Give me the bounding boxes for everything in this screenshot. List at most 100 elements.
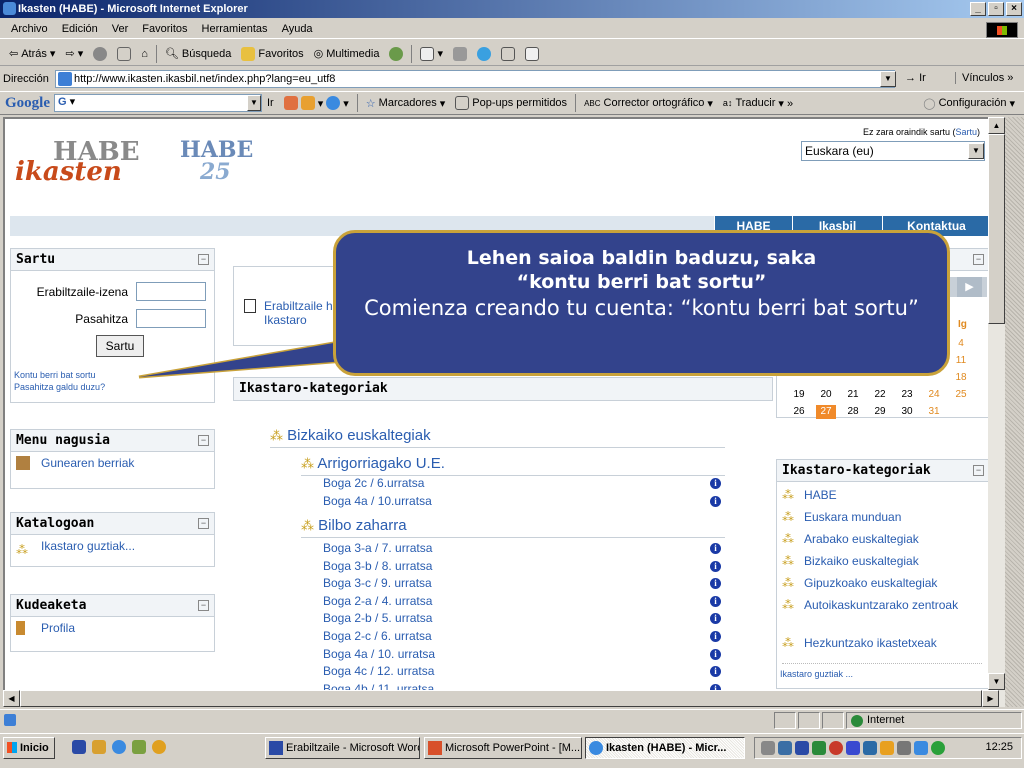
info-icon[interactable]: i (710, 560, 721, 572)
calendar-day[interactable]: 23 (897, 388, 917, 402)
google-extra-buttons[interactable]: ▾ ▾ (279, 96, 354, 110)
menu-ayuda[interactable]: Ayuda (275, 23, 320, 35)
collapse-icon[interactable]: − (198, 518, 209, 529)
info-icon[interactable]: i (710, 478, 721, 489)
calendar-day[interactable]: 24 (924, 388, 944, 402)
category-link[interactable]: ⁂ Autoikaskuntzarako zentroak (782, 598, 982, 613)
messenger-button[interactable] (472, 46, 496, 61)
course-link[interactable]: Boga 4c / 12. urratsa (323, 664, 434, 678)
links-button[interactable]: Vínculos » (955, 72, 1013, 84)
forward-button[interactable]: ⇨ ▾ (60, 47, 88, 60)
search-button[interactable]: 🔍︎ Búsqueda (160, 47, 237, 61)
course-link[interactable]: Boga 2-a / 4. urratsa (323, 594, 432, 608)
collapse-icon[interactable]: − (973, 465, 984, 476)
info-icon[interactable]: i (710, 595, 721, 607)
favorites-button[interactable]: Favoritos (236, 46, 308, 61)
menu-favoritos[interactable]: Favoritos (135, 23, 194, 35)
collapse-icon[interactable]: − (973, 254, 984, 265)
settings-button[interactable]: ◯ Configuración ▾ (918, 97, 1020, 110)
course-link[interactable]: Boga 4a / 10.urratsa (323, 494, 432, 508)
calendar-day[interactable]: 4 (951, 337, 971, 351)
update-icon[interactable] (880, 741, 894, 755)
category-link[interactable]: ⁂ Euskara munduan (782, 510, 982, 525)
info-icon[interactable]: i (710, 613, 721, 625)
calendar-day[interactable]: 31 (924, 405, 944, 419)
scroll-down-button[interactable]: ▼ (988, 673, 1005, 690)
translate-button[interactable]: a↕ Traducir ▾ » (718, 97, 798, 110)
popups-button[interactable]: Pop-ups permitidos (450, 96, 572, 110)
calendar-day[interactable]: 25 (951, 388, 971, 402)
task-powerpoint[interactable]: Microsoft PowerPoint - [M... (424, 737, 582, 759)
spellcheck-button[interactable]: ABC Corrector ortográfico ▾ (579, 97, 718, 110)
collapse-icon[interactable]: − (198, 600, 209, 611)
discuss-button[interactable] (520, 46, 544, 61)
info-icon[interactable]: i (710, 495, 721, 507)
close-button[interactable]: × (1006, 2, 1022, 16)
category-link[interactable]: ⁂ Hezkuntzako ikastetxeak (782, 636, 982, 651)
course-link[interactable]: Boga 3-c / 9. urratsa (323, 576, 432, 590)
login-button[interactable]: Sartu (96, 335, 144, 357)
antivirus-icon[interactable] (812, 741, 826, 755)
course-link[interactable]: Boga 3-b / 8. urratsa (323, 559, 432, 573)
calendar-day[interactable]: 21 (843, 388, 863, 402)
calendar-day[interactable]: 27 (816, 405, 836, 419)
course-link[interactable]: Boga 4b / 11. urratsa (323, 682, 434, 690)
task-ie[interactable]: Ikasten (HABE) - Micr... (585, 737, 745, 759)
category-link[interactable]: ⁂ Arabako euskaltegiak (782, 532, 982, 547)
course-link[interactable]: Boga 3-a / 7. urratsa (323, 541, 432, 555)
calendar-day[interactable]: 18 (951, 371, 971, 385)
address-dropdown-button[interactable]: ▼ (880, 71, 896, 87)
password-input[interactable] (136, 309, 206, 328)
volume-icon[interactable] (761, 741, 775, 755)
calendar-day[interactable]: 19 (789, 388, 809, 402)
speaker-icon[interactable] (897, 741, 911, 755)
forgot-password-link[interactable]: Pasahitza galdu duzu? (14, 382, 105, 392)
category-link[interactable]: ⁂ Bizkaiko euskaltegiak (782, 554, 982, 569)
go-button[interactable]: → Ir (905, 72, 926, 84)
courses-link[interactable]: Ikastaro (264, 313, 307, 327)
google-search-dropdown[interactable]: ▼ (247, 95, 261, 111)
menu-edicion[interactable]: Edición (55, 23, 105, 35)
vertical-scrollbar[interactable]: ▲ ▼ (988, 117, 1005, 690)
mail-button[interactable]: ▾ (415, 46, 448, 61)
ie-quick-icon[interactable] (112, 740, 126, 754)
explorer-icon[interactable] (92, 740, 106, 754)
calendar-icon[interactable] (132, 740, 146, 754)
new-account-link[interactable]: Kontu berri bat sortu (14, 370, 96, 380)
header-login-link[interactable]: Sartu (955, 127, 977, 137)
calendar-next-button[interactable]: ▶ (957, 277, 982, 297)
shield-icon[interactable] (829, 741, 843, 755)
info-icon[interactable]: i (710, 631, 721, 642)
info-icon[interactable]: i (710, 578, 721, 590)
collapse-icon[interactable]: − (198, 435, 209, 446)
collapse-icon[interactable]: − (198, 254, 209, 265)
all-courses-right-link[interactable]: Ikastaro guztiak ... (780, 669, 853, 679)
horizontal-scrollbar[interactable]: ◀ ▶ (3, 690, 1005, 707)
vertical-scroll-thumb[interactable] (988, 134, 1005, 324)
security-icon[interactable] (846, 741, 860, 755)
calendar-day[interactable]: 28 (843, 405, 863, 419)
messenger-tray-icon[interactable] (863, 741, 877, 755)
minimize-button[interactable]: _ (970, 2, 986, 16)
calendar-day[interactable]: 30 (897, 405, 917, 419)
tree-root-item[interactable]: ⁂ Bizkaiko euskaltegiak (270, 427, 431, 444)
print-button[interactable] (448, 46, 472, 61)
scroll-right-button[interactable]: ▶ (982, 690, 999, 707)
info-icon[interactable]: i (710, 648, 721, 660)
menu-archivo[interactable]: Archivo (4, 23, 55, 35)
scroll-up-button[interactable]: ▲ (988, 117, 1005, 134)
task-word[interactable]: Erabiltzaile - Microsoft Word (265, 737, 420, 759)
media-button[interactable]: ◎ Multimedia (309, 47, 385, 61)
google-go-button[interactable]: Ir (262, 97, 279, 109)
course-link[interactable]: Boga 2c / 6.urratsa (323, 476, 424, 490)
course-link[interactable]: Boga 2-b / 5. urratsa (323, 611, 432, 625)
display-icon[interactable] (914, 741, 928, 755)
address-input[interactable]: http://www.ikasten.ikasbil.net/index.php… (55, 70, 895, 88)
calendar-day[interactable]: 20 (816, 388, 836, 402)
users-link[interactable]: Erabiltzaile h (264, 299, 333, 313)
profile-link[interactable]: Profila (11, 617, 214, 639)
info-icon[interactable]: i (710, 543, 721, 554)
all-courses-link[interactable]: ⁂ Ikastaro guztiak... (11, 535, 214, 557)
network-icon[interactable] (778, 741, 792, 755)
horizontal-scroll-thumb[interactable] (20, 690, 982, 707)
